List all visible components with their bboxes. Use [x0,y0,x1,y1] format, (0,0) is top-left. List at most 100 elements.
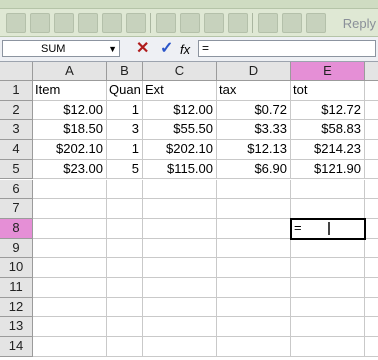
cell-a7[interactable] [33,199,107,219]
cell-d4[interactable]: $12.13 [217,140,291,160]
cell-e5[interactable]: $121.90 [291,159,365,180]
cell-c12[interactable] [143,297,217,318]
cell-f10[interactable] [365,258,378,278]
row-header-4[interactable]: 4 [0,140,33,160]
cell-e11[interactable] [291,278,365,298]
row-header-8[interactable]: 8 [0,218,33,239]
spell-icon[interactable] [126,13,146,33]
select-all-corner[interactable] [0,62,33,81]
cell-b14[interactable] [107,337,143,357]
cell-d13[interactable] [217,317,291,338]
copy-icon[interactable] [180,13,200,33]
worksheet-grid[interactable]: A B C D E 1 Item Quan Ext tax tot 2 $12.00 1 $12.00 $0.… [0,62,378,360]
cell-a14[interactable] [33,337,107,357]
format-painter-icon[interactable] [228,13,248,33]
reply-button-label[interactable]: Reply [343,16,376,31]
cell-b5[interactable]: 5 [107,159,143,180]
cell-f14[interactable] [365,337,378,357]
enter-check-icon[interactable]: ✓ [160,40,173,58]
preview-icon[interactable] [102,13,122,33]
row-header-1[interactable]: 1 [0,81,33,101]
cut-icon[interactable] [156,13,176,33]
cell-a4[interactable]: $202.10 [33,140,107,160]
cell-e10[interactable] [291,258,365,278]
paste-icon[interactable] [204,13,224,33]
cell-b3[interactable]: 3 [107,120,143,141]
cell-c3[interactable]: $55.50 [143,120,217,141]
undo-icon[interactable] [258,13,278,33]
cell-f3[interactable] [365,120,378,141]
cell-c5[interactable]: $115.00 [143,159,217,180]
cell-c7[interactable] [143,199,217,219]
row-header-11[interactable]: 11 [0,278,33,298]
cell-b10[interactable] [107,258,143,278]
cell-b2[interactable]: 1 [107,100,143,121]
column-header-e[interactable]: E [291,62,365,81]
cell-b1[interactable]: Quan [107,81,143,101]
cell-b12[interactable] [107,297,143,318]
row-header-7[interactable]: 7 [0,199,33,219]
cell-d9[interactable] [217,238,291,259]
cell-e2[interactable]: $12.72 [291,100,365,121]
cell-c8[interactable] [143,218,217,239]
cell-c1[interactable]: Ext [143,81,217,101]
cell-a5[interactable]: $23.00 [33,159,107,180]
redo-icon[interactable] [282,13,302,33]
cell-a3[interactable]: $18.50 [33,120,107,141]
cell-e1[interactable]: tot [291,81,365,101]
cell-e3[interactable]: $58.83 [291,120,365,141]
cell-d14[interactable] [217,337,291,357]
cell-a13[interactable] [33,317,107,338]
cell-b8[interactable] [107,218,143,239]
cell-f5[interactable] [365,160,378,180]
cell-a8[interactable] [33,218,107,239]
cell-b7[interactable] [107,199,143,219]
cell-c14[interactable] [143,337,217,357]
cell-c6[interactable] [143,179,217,200]
row-header-12[interactable]: 12 [0,297,33,318]
cell-f11[interactable] [365,278,378,298]
new-icon[interactable] [6,13,26,33]
cancel-icon[interactable]: ✕ [136,40,149,58]
column-header-a[interactable]: A [33,62,107,81]
save-icon[interactable] [54,13,74,33]
column-header-c[interactable]: C [143,62,217,81]
cell-e12[interactable] [291,297,365,318]
cell-a2[interactable]: $12.00 [33,100,107,121]
cell-a9[interactable] [33,238,107,259]
cell-c13[interactable] [143,317,217,338]
cell-b11[interactable] [107,278,143,298]
cell-f7[interactable] [365,199,378,219]
row-header-3[interactable]: 3 [0,120,33,141]
row-header-13[interactable]: 13 [0,317,33,338]
cell-e4[interactable]: $214.23 [291,140,365,160]
cell-e13[interactable] [291,317,365,338]
column-header-d[interactable]: D [217,62,291,81]
cell-d3[interactable]: $3.33 [217,120,291,141]
cell-e7[interactable] [291,199,365,219]
cell-b4[interactable]: 1 [107,140,143,160]
cell-c10[interactable] [143,258,217,278]
cell-d8[interactable] [217,218,291,239]
cell-a6[interactable] [33,179,107,200]
cell-c4[interactable]: $202.10 [143,140,217,160]
cell-e9[interactable] [291,238,365,259]
row-header-2[interactable]: 2 [0,100,33,121]
cell-f8[interactable] [365,219,378,239]
print-icon[interactable] [78,13,98,33]
row-header-10[interactable]: 10 [0,258,33,278]
insert-function-icon[interactable]: fx [180,41,190,59]
reply-icon[interactable] [306,13,326,33]
cell-f12[interactable] [365,298,378,318]
cell-d12[interactable] [217,297,291,318]
cell-d7[interactable] [217,199,291,219]
cell-d5[interactable]: $6.90 [217,159,291,180]
row-header-6[interactable]: 6 [0,179,33,200]
cell-a12[interactable] [33,297,107,318]
cell-d6[interactable] [217,179,291,200]
cell-d10[interactable] [217,258,291,278]
cell-e14[interactable] [291,337,365,357]
open-icon[interactable] [30,13,50,33]
row-header-14[interactable]: 14 [0,337,33,357]
cell-f6[interactable] [365,180,378,200]
